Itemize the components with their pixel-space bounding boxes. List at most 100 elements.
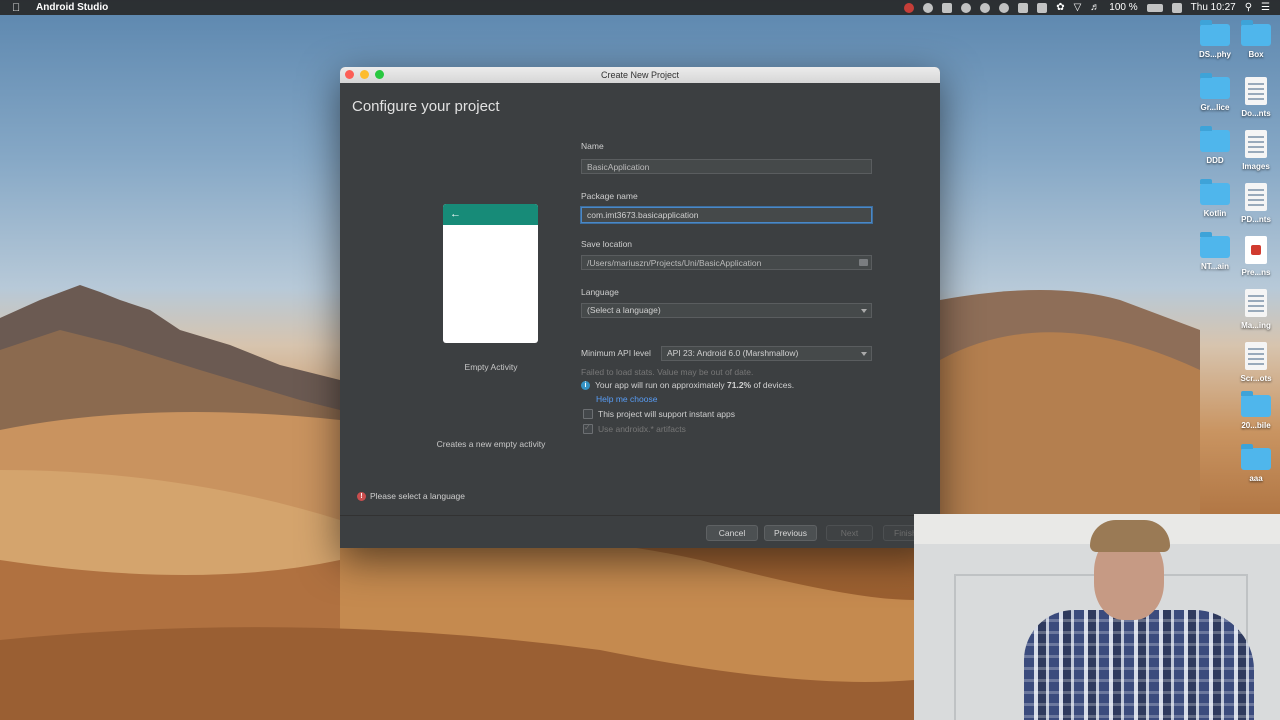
desktop-icon-label: Ma...ing xyxy=(1241,321,1271,330)
document-icon xyxy=(1245,342,1267,370)
webcam-person-hair xyxy=(1090,520,1170,552)
create-project-window: Create New Project Configure your projec… xyxy=(340,67,940,548)
back-arrow-icon: ← xyxy=(450,208,461,220)
wifi-icon[interactable]: ▽ xyxy=(1074,2,1082,13)
location-value: /Users/mariuszn/Projects/Uni/BasicApplic… xyxy=(587,258,762,268)
box-icon[interactable] xyxy=(942,2,953,13)
menu-extras: ✿ ▽ ♬ 100 % Thu 10:27 ⚲ ☰ xyxy=(904,2,1280,13)
webcam-overlay xyxy=(914,514,1280,720)
activity-preview: ← xyxy=(443,204,538,343)
androidx-label: Use androidx.* artifacts xyxy=(598,424,686,434)
desktop-icon-label: aaa xyxy=(1249,474,1263,483)
checkbox-box[interactable] xyxy=(583,423,593,434)
desktop-icon[interactable]: 20...bile xyxy=(1226,391,1280,430)
document-icon xyxy=(1245,289,1267,317)
battery-text[interactable]: 100 % xyxy=(1109,2,1137,13)
package-label: Package name xyxy=(581,191,638,201)
apple-icon[interactable]:  xyxy=(12,2,26,14)
chevron-down-icon xyxy=(861,309,867,313)
bluetooth-icon[interactable]: ✿ xyxy=(1056,2,1064,13)
battery-icon[interactable] xyxy=(1146,3,1163,12)
preview-toolbar: ← xyxy=(443,204,538,225)
min-api-label: Minimum API level xyxy=(581,348,651,358)
language-value: (Select a language) xyxy=(587,305,661,315)
folder-icon xyxy=(1241,444,1271,470)
dialog-body: Configure your project ← Empty Activity … xyxy=(340,83,940,515)
keyboard-icon[interactable] xyxy=(1171,2,1182,13)
language-label: Language xyxy=(581,287,619,297)
document-icon xyxy=(1245,183,1267,211)
page-title: Configure your project xyxy=(352,98,500,115)
browse-folder-icon[interactable] xyxy=(859,259,868,266)
androidx-checkbox[interactable]: Use androidx.* artifacts xyxy=(583,423,686,434)
sync-icon[interactable] xyxy=(999,2,1010,13)
checkbox-box[interactable] xyxy=(583,409,593,419)
error-message: Please select a language xyxy=(370,491,465,501)
window-title: Create New Project xyxy=(600,70,680,80)
next-button[interactable]: Next xyxy=(826,525,873,541)
instant-apps-checkbox[interactable]: This project will support instant apps xyxy=(583,409,735,419)
cloud-icon[interactable] xyxy=(961,2,972,13)
desktop-icon-label: PD...nts xyxy=(1241,215,1271,224)
language-select[interactable]: (Select a language) xyxy=(581,303,872,318)
stats-warning: Failed to load stats. Value may be out o… xyxy=(581,367,754,377)
spotlight-icon[interactable]: ⚲ xyxy=(1245,2,1252,13)
location-label: Save location xyxy=(581,239,633,249)
error-icon: ! xyxy=(357,491,366,501)
min-api-value: API 23: Android 6.0 (Marshmallow) xyxy=(667,348,799,358)
desktop-icon[interactable]: Do...nts xyxy=(1226,77,1280,118)
min-api-select[interactable]: API 23: Android 6.0 (Marshmallow) xyxy=(661,346,872,361)
chevron-down-icon xyxy=(861,352,867,356)
menu-bar:  Android Studio ✿ ▽ ♬ 100 % Thu 10:27 ⚲… xyxy=(0,0,1280,15)
desktop-icon-label: Box xyxy=(1248,50,1264,59)
display-icon[interactable] xyxy=(1037,2,1048,13)
name-label: Name xyxy=(581,141,604,151)
help-me-choose-link[interactable]: Help me choose xyxy=(596,394,657,404)
status-icon[interactable] xyxy=(923,2,934,13)
folder-icon xyxy=(1241,391,1271,417)
cancel-button[interactable]: Cancel xyxy=(706,525,758,541)
desktop-icon[interactable]: PD...nts xyxy=(1226,183,1280,224)
minimize-window-button[interactable] xyxy=(360,70,369,79)
pdf-file-icon xyxy=(1245,236,1267,264)
document-icon xyxy=(1245,130,1267,158)
template-description: Creates a new empty activity xyxy=(436,439,546,449)
coverage-info: i Your app will run on approximately 71.… xyxy=(581,380,794,390)
location-field[interactable]: /Users/mariuszn/Projects/Uni/BasicApplic… xyxy=(581,255,872,270)
maximize-window-button[interactable] xyxy=(375,70,384,79)
desktop-icon-label: Do...nts xyxy=(1241,109,1271,118)
info-icon: i xyxy=(581,380,590,390)
coverage-prefix: Your app will run on approximately xyxy=(595,380,725,390)
desktop-icon[interactable]: Images xyxy=(1226,130,1280,171)
desktop-icon-label: Scr...ots xyxy=(1240,374,1272,383)
notification-center-icon[interactable]: ☰ xyxy=(1261,2,1270,13)
play-icon[interactable] xyxy=(980,2,991,13)
title-bar[interactable]: Create New Project xyxy=(340,67,940,83)
desktop-icon-label: 20...bile xyxy=(1241,421,1271,430)
package-field[interactable]: com.imt3673.basicapplication xyxy=(581,207,872,223)
validation-error: ! Please select a language xyxy=(357,491,465,501)
volume-icon[interactable]: ♬ xyxy=(1090,2,1100,13)
clock[interactable]: Thu 10:27 xyxy=(1191,2,1236,13)
previous-button[interactable]: Previous xyxy=(764,525,817,541)
record-icon[interactable] xyxy=(904,2,915,13)
folder-icon xyxy=(1241,20,1271,46)
desktop-icon[interactable]: Box xyxy=(1226,20,1280,59)
menu-app-name[interactable]: Android Studio xyxy=(36,2,108,13)
desktop-icon-label: Pre...ns xyxy=(1241,268,1271,277)
instant-apps-label: This project will support instant apps xyxy=(598,409,736,419)
webcam-person-shirt xyxy=(1024,610,1254,720)
coverage-percent: 71.2% xyxy=(727,380,752,390)
document-icon xyxy=(1245,77,1267,105)
desktop-icon[interactable]: Ma...ing xyxy=(1226,289,1280,330)
screen-icon[interactable] xyxy=(1018,2,1029,13)
name-field[interactable]: BasicApplication xyxy=(581,159,872,174)
template-name: Empty Activity xyxy=(464,362,518,372)
desktop-icon[interactable]: Scr...ots xyxy=(1226,342,1280,383)
desktop-icon[interactable]: aaa xyxy=(1226,444,1280,483)
close-window-button[interactable] xyxy=(345,70,354,79)
desktop-icon[interactable]: Pre...ns xyxy=(1226,236,1280,277)
dialog-footer: Cancel Previous Next Finish xyxy=(340,515,940,548)
coverage-suffix: of devices. xyxy=(753,380,795,390)
desktop-icon-label: Images xyxy=(1242,162,1270,171)
